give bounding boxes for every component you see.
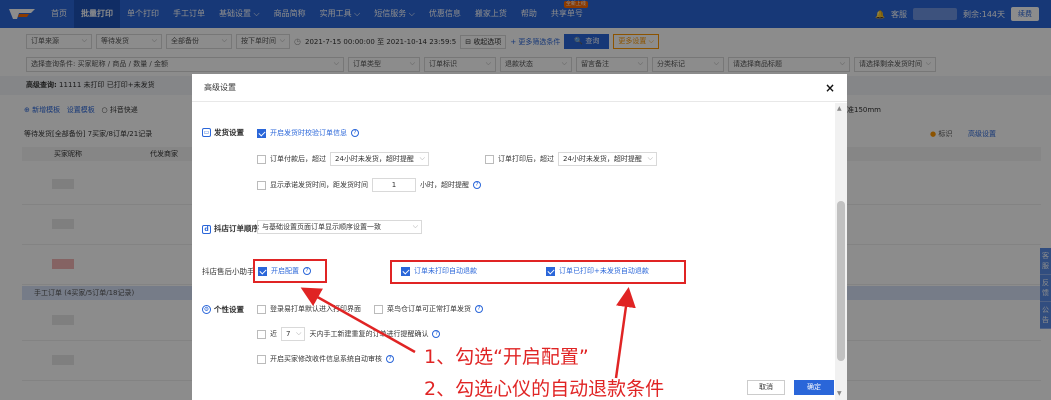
personal-settings-text: 个性设置 [214, 305, 244, 314]
order-sort-option: 与基础设置页面订单显示顺序设置一致 [257, 220, 422, 234]
help-icon[interactable]: ? [432, 330, 441, 338]
refund-unprinted-option[interactable]: 订单未打印自动退款 [401, 266, 477, 276]
default-print-checkbox[interactable] [257, 304, 266, 314]
order-sort-select[interactable]: 与基础设置页面订单显示顺序设置一致 [257, 220, 422, 234]
scroll-thumb[interactable] [837, 201, 845, 361]
duplicate-order-checkbox[interactable] [257, 329, 266, 339]
enable-config-option[interactable]: 开启配置 ? [258, 266, 311, 276]
duplicate-order-option[interactable]: 近 7 天内手工新建重复的订单进行提醒确认 ? [257, 327, 441, 341]
enable-config-checkbox[interactable] [258, 266, 267, 276]
refund-printed-checkbox[interactable] [546, 266, 555, 276]
pay-timeout-select[interactable]: 24小时未发货，超时提醒 [330, 152, 429, 166]
default-print-label: 登录易打单默认进入打印界面 [270, 305, 361, 313]
cainiao-checkbox[interactable] [374, 304, 383, 314]
promise-prefix: 显示承诺发货时间，距发货时间 [270, 181, 368, 189]
gear-icon: ⚙ [202, 305, 211, 314]
help-icon[interactable]: ? [475, 305, 483, 313]
annotation-step-1: 1、勾选“开启配置” [424, 346, 589, 368]
refund-printed-label: 订单已打印+未发货自动退款 [559, 267, 649, 275]
refund-unprinted-label: 订单未打印自动退款 [414, 267, 477, 275]
pay-timeout-option[interactable]: 订单付款后，超过 24小时未发货，超时提醒 [257, 152, 429, 166]
refund-unprinted-checkbox[interactable] [401, 266, 410, 276]
scroll-down-icon[interactable]: ▼ [837, 390, 842, 397]
modal-header: 高级设置 × [192, 74, 847, 102]
duplicate-days-select[interactable]: 7 [281, 327, 306, 341]
enable-config-label: 开启配置 [271, 267, 299, 275]
help-icon[interactable]: ? [386, 355, 394, 363]
ship-settings-text: 发货设置 [214, 128, 244, 137]
modal-title: 高级设置 [204, 83, 236, 92]
auto-review-checkbox[interactable] [257, 354, 266, 364]
help-icon[interactable]: ? [473, 181, 481, 189]
pay-timeout-checkbox[interactable] [257, 154, 266, 164]
douyin-icon: d [202, 224, 211, 234]
ship-settings-label: ▭ 发货设置 [202, 127, 244, 138]
duplicate-suffix: 天内手工新建重复的订单进行提醒确认 [309, 330, 429, 338]
print-timeout-select[interactable]: 24小时未发货，超时提醒 [558, 152, 657, 166]
verify-label: 开启发货时校验订单信息 [270, 129, 347, 137]
print-timeout-label: 订单打印后，超过 [498, 155, 554, 163]
modal-scrollbar[interactable]: ▲ ▼ [835, 103, 847, 400]
verify-option[interactable]: 开启发货时校验订单信息 ? [257, 128, 359, 138]
print-timeout-checkbox[interactable] [485, 154, 494, 164]
promise-time-checkbox[interactable] [257, 180, 266, 190]
auto-review-label: 开启买家修改收件信息系统自动审核 [270, 355, 382, 363]
after-sale-label: 抖店售后小助手 [202, 267, 255, 276]
auto-review-option[interactable]: 开启买家修改收件信息系统自动审核 ? [257, 354, 394, 364]
verify-checkbox[interactable] [257, 128, 266, 138]
scroll-up-icon[interactable]: ▲ [837, 105, 842, 112]
close-icon[interactable]: × [825, 74, 835, 102]
personal-settings-label: ⚙ 个性设置 [202, 304, 244, 315]
duplicate-prefix: 近 [270, 330, 277, 338]
annotation-step-2: 2、勾选心仪的自动退款条件 [424, 378, 665, 400]
refund-printed-option[interactable]: 订单已打印+未发货自动退款 [546, 266, 649, 276]
help-icon[interactable]: ? [351, 129, 359, 137]
help-icon[interactable]: ? [303, 267, 311, 275]
confirm-button[interactable]: 确定 [794, 380, 834, 395]
promise-hours-input[interactable]: 1 [372, 178, 416, 192]
cancel-button[interactable]: 取消 [747, 380, 785, 395]
truck-icon: ▭ [202, 128, 211, 137]
pay-timeout-label: 订单付款后，超过 [270, 155, 326, 163]
promise-time-option[interactable]: 显示承诺发货时间，距发货时间 1 小时，超时提醒 ? [257, 178, 481, 192]
cainiao-label: 菜鸟仓订单可正常打单发货 [387, 305, 471, 313]
cainiao-option[interactable]: 菜鸟仓订单可正常打单发货 ? [374, 304, 483, 314]
default-print-option[interactable]: 登录易打单默认进入打印界面 [257, 304, 361, 314]
print-timeout-option[interactable]: 订单打印后，超过 24小时未发货，超时提醒 [485, 152, 657, 166]
promise-suffix: 小时，超时提醒 [420, 181, 469, 189]
